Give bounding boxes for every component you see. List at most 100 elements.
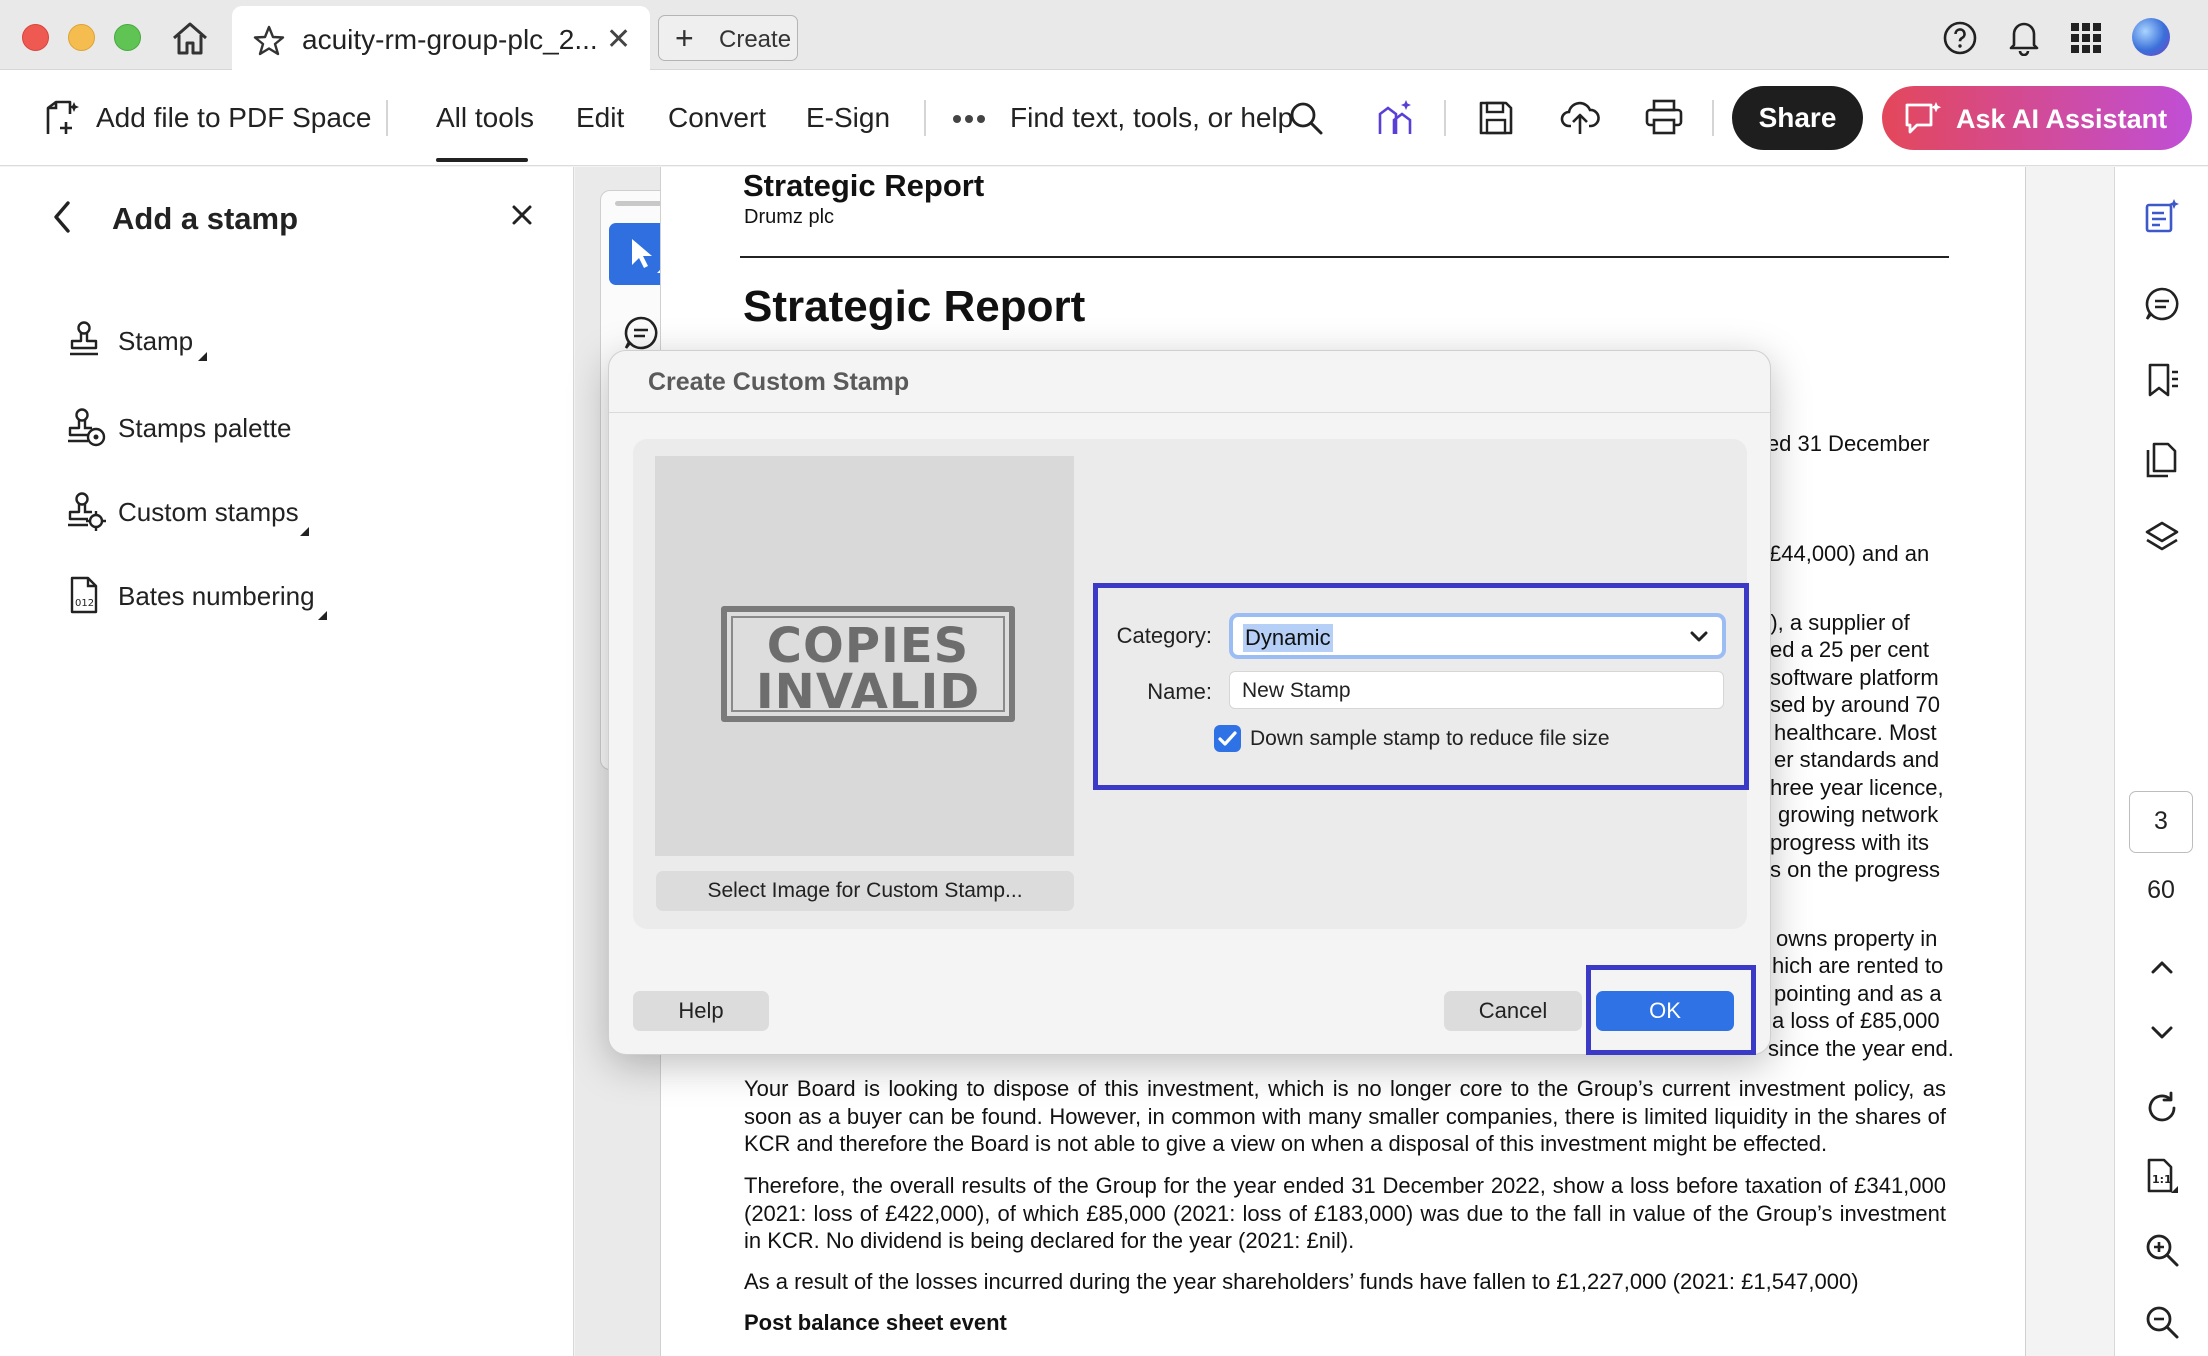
- tab-all-tools[interactable]: All tools: [436, 102, 534, 134]
- back-arrow-icon[interactable]: [48, 197, 76, 237]
- bookmarks-icon[interactable]: [2144, 362, 2180, 398]
- ok-button[interactable]: OK: [1596, 991, 1734, 1031]
- ai-assistant-icon: [1905, 102, 1942, 134]
- stamp-text-line2: INVALID: [755, 664, 981, 720]
- create-button[interactable]: + Create: [658, 15, 798, 61]
- custom-stamps-label: Custom stamps: [118, 497, 299, 527]
- text-fragment: sed by around 70: [1770, 692, 1941, 717]
- home-icon[interactable]: [168, 16, 212, 60]
- page-heading: Strategic Report: [743, 282, 1086, 331]
- find-text-tools-help[interactable]: Find text, tools, or help: [1010, 102, 1293, 134]
- text-fragment: progress with its: [1770, 830, 1929, 855]
- name-label: Name:: [1147, 679, 1212, 704]
- stamp-tool[interactable]: Stamp: [66, 312, 546, 368]
- toolbar-divider: [386, 100, 388, 136]
- active-tab-indicator: [436, 158, 528, 162]
- custom-stamps-icon: [68, 492, 106, 531]
- help-button[interactable]: Help: [633, 991, 769, 1031]
- panel-title: Add a stamp: [112, 201, 299, 236]
- submenu-indicator: [198, 352, 207, 361]
- text-fragment: led 31 December: [1762, 431, 1930, 456]
- stamp-label: Stamp: [118, 326, 194, 356]
- section-heading: Post balance sheet event: [744, 1310, 1007, 1335]
- close-icon[interactable]: [508, 201, 536, 229]
- main-toolbar: Add file to PDF Space All tools Edit Con…: [0, 70, 2208, 166]
- submenu-indicator: [318, 611, 327, 620]
- name-input[interactable]: New Stamp: [1229, 671, 1724, 709]
- page-header-title: Strategic Report: [743, 168, 985, 203]
- downsample-checkbox[interactable]: [1214, 725, 1241, 752]
- stamps-palette-icon: [68, 408, 106, 447]
- add-file-icon[interactable]: [42, 98, 82, 138]
- plus-icon: +: [675, 20, 694, 56]
- body-paragraph: Your Board is looking to dispose of this…: [744, 1076, 1946, 1156]
- custom-stamps-tool[interactable]: Custom stamps: [66, 483, 546, 539]
- search-icon[interactable]: [1288, 100, 1324, 136]
- create-label: Create: [719, 26, 792, 53]
- text-fragment: a loss of £85,000: [1772, 1008, 1940, 1033]
- select-image-button[interactable]: Select Image for Custom Stamp...: [656, 871, 1074, 911]
- bates-numbering-tool[interactable]: 012 Bates numbering: [66, 567, 546, 623]
- category-select[interactable]: Dynamic: [1229, 613, 1726, 659]
- downsample-label: Down sample stamp to reduce file size: [1250, 727, 1610, 750]
- dialog-separator: [609, 412, 1770, 413]
- tab-esign[interactable]: E-Sign: [806, 102, 890, 134]
- drag-handle[interactable]: [615, 201, 665, 206]
- stamps-palette-label: Stamps palette: [118, 413, 292, 443]
- notifications-bell-icon[interactable]: [2006, 18, 2042, 56]
- svg-text:1:1: 1:1: [2152, 1173, 2172, 1186]
- ai-tools-icon[interactable]: [1376, 98, 1414, 138]
- tab-convert[interactable]: Convert: [668, 102, 766, 134]
- comments-icon[interactable]: [2144, 286, 2180, 322]
- text-fragment: £44,000) and an: [1769, 541, 1930, 566]
- ask-ai-assistant-button[interactable]: Ask AI Assistant: [1882, 86, 2192, 150]
- chevron-up-icon[interactable]: [2144, 950, 2180, 986]
- total-pages: 60: [2147, 876, 2175, 904]
- bates-numbering-label: Bates numbering: [118, 581, 315, 611]
- ai-summary-icon[interactable]: [2144, 198, 2180, 234]
- text-fragment: er standards and: [1774, 747, 1940, 772]
- text-fragment: since the year end.: [1768, 1036, 1954, 1061]
- print-icon[interactable]: [1644, 98, 1684, 136]
- help-icon[interactable]: [1942, 20, 1978, 56]
- zoom-out-icon[interactable]: [2144, 1304, 2180, 1340]
- comment-icon[interactable]: [623, 315, 659, 351]
- more-options-icon[interactable]: [952, 114, 986, 124]
- category-value: Dynamic: [1243, 624, 1333, 652]
- window-minimize-button[interactable]: [68, 24, 95, 51]
- text-fragment: hree year licence,: [1770, 775, 1944, 800]
- window-zoom-button[interactable]: [114, 24, 141, 51]
- chevron-down-icon[interactable]: [2144, 1014, 2180, 1050]
- text-fragment: growing network: [1778, 802, 1939, 827]
- toolbar-divider: [1712, 100, 1714, 136]
- stamps-palette-tool[interactable]: Stamps palette: [66, 399, 546, 455]
- zoom-in-icon[interactable]: [2144, 1232, 2180, 1268]
- bates-numbering-icon: 012: [70, 576, 98, 614]
- actual-size-icon[interactable]: 1:1: [2144, 1158, 2180, 1194]
- user-avatar[interactable]: [2132, 18, 2170, 56]
- add-file-to-pdf-space[interactable]: Add file to PDF Space: [96, 102, 371, 134]
- text-fragment: ”), a supplier of: [1763, 610, 1910, 635]
- cancel-button[interactable]: Cancel: [1444, 991, 1582, 1031]
- share-button[interactable]: Share: [1732, 86, 1863, 150]
- window-close-button[interactable]: [22, 24, 49, 51]
- toolbar-divider: [1444, 100, 1446, 136]
- rotate-icon[interactable]: [2144, 1090, 2180, 1126]
- tab-close-icon[interactable]: ✕: [606, 22, 631, 57]
- document-tab[interactable]: acuity-rm-group-plc_2... ✕: [232, 6, 650, 70]
- tab-title: acuity-rm-group-plc_2...: [302, 24, 598, 55]
- add-stamp-panel: Add a stamp Stamp Stamps palette Custom …: [0, 167, 574, 1356]
- pages-thumbnails-icon[interactable]: [2144, 442, 2180, 478]
- text-fragment: pointing and as a: [1774, 981, 1942, 1006]
- apps-grid-icon[interactable]: [2070, 22, 2102, 54]
- tab-edit[interactable]: Edit: [576, 102, 624, 134]
- dialog-title: Create Custom Stamp: [648, 368, 910, 396]
- browser-title-bar: acuity-rm-group-plc_2... ✕ + Create: [0, 0, 2208, 70]
- save-icon[interactable]: [1478, 100, 1514, 136]
- star-icon[interactable]: [252, 24, 286, 58]
- body-paragraph: As a result of the losses incurred durin…: [744, 1269, 1859, 1294]
- current-page-input[interactable]: 3: [2129, 791, 2193, 853]
- upload-cloud-icon[interactable]: [1560, 98, 1600, 136]
- layers-icon[interactable]: [2144, 520, 2180, 556]
- page-header-subtitle: Drumz plc: [744, 206, 835, 228]
